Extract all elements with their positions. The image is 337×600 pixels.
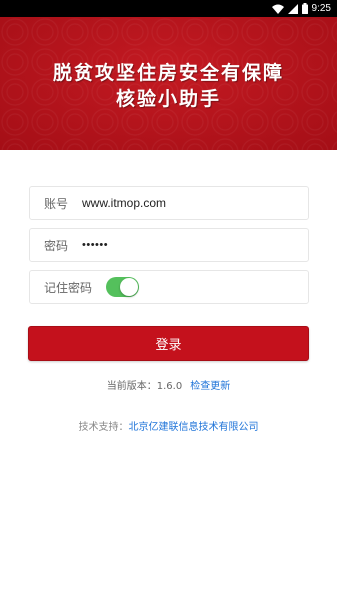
status-bar: 9:25 <box>0 0 337 17</box>
password-label: 密码 <box>44 238 69 253</box>
wifi-icon <box>271 0 284 18</box>
version-info: 当前版本：1.6.0 检查更新 <box>0 377 337 392</box>
header-banner: 脱贫攻坚住房安全有保障 核验小助手 <box>0 17 337 150</box>
username-label: 账号 <box>44 196 69 211</box>
signal-icon <box>287 0 298 18</box>
username-input[interactable] <box>82 196 252 210</box>
login-button[interactable]: 登录 <box>28 326 309 361</box>
username-field[interactable]: 账号 <box>29 186 309 220</box>
support-company-link[interactable]: 北京亿建联信息技术有限公司 <box>129 422 259 433</box>
version-prefix: 当前版本： <box>106 381 157 392</box>
banner-title-line2: 核验小助手 <box>115 88 221 110</box>
version-number: 1.6.0 <box>156 381 183 392</box>
password-field[interactable]: 密码 •••••• <box>29 228 309 262</box>
battery-icon <box>301 0 308 18</box>
status-icons: 9:25 <box>271 0 331 18</box>
toggle-knob <box>120 278 139 296</box>
remember-password-row: 记住密码 <box>29 270 309 304</box>
password-input[interactable]: •••••• <box>82 239 252 251</box>
remember-password-label: 记住密码 <box>44 280 93 295</box>
support-prefix: 技术支持： <box>78 422 129 433</box>
banner-title-line1: 脱贫攻坚住房安全有保障 <box>52 62 284 84</box>
status-time: 9:25 <box>311 3 331 14</box>
check-update-link[interactable]: 检查更新 <box>190 381 230 392</box>
remember-password-toggle[interactable] <box>106 277 140 297</box>
tech-support: 技术支持：北京亿建联信息技术有限公司 <box>0 418 337 433</box>
